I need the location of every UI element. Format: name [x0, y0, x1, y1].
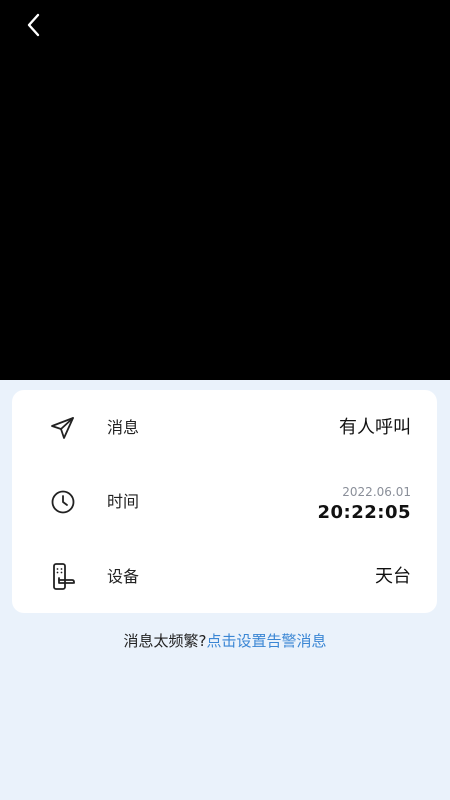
send-icon [48, 413, 78, 443]
device-value: 天台 [375, 566, 411, 587]
video-player[interactable] [0, 0, 450, 380]
time-date: 2022.06.01 [342, 485, 411, 499]
tip-text: 消息太频繁? [123, 632, 207, 650]
message-value: 有人呼叫 [339, 417, 411, 438]
device-row: 设备 天台 [12, 547, 437, 607]
message-row: 消息 有人呼叫 [12, 398, 437, 458]
device-label: 设备 [107, 567, 140, 586]
message-label: 消息 [107, 418, 140, 437]
event-info-card: 消息 有人呼叫 时间 2022.06.01 20:22:05 设备 天台 [12, 390, 437, 613]
alarm-settings-link[interactable]: 点击设置告警消息 [206, 632, 326, 650]
time-label: 时间 [107, 492, 140, 511]
clock-icon [48, 487, 78, 517]
time-clock: 20:22:05 [317, 502, 411, 523]
chevron-left-icon [27, 13, 40, 37]
door-lock-icon [48, 562, 78, 592]
time-row: 时间 2022.06.01 20:22:05 [12, 472, 437, 532]
back-button[interactable] [18, 10, 48, 40]
frequency-tip: 消息太频繁?点击设置告警消息 [0, 630, 450, 652]
